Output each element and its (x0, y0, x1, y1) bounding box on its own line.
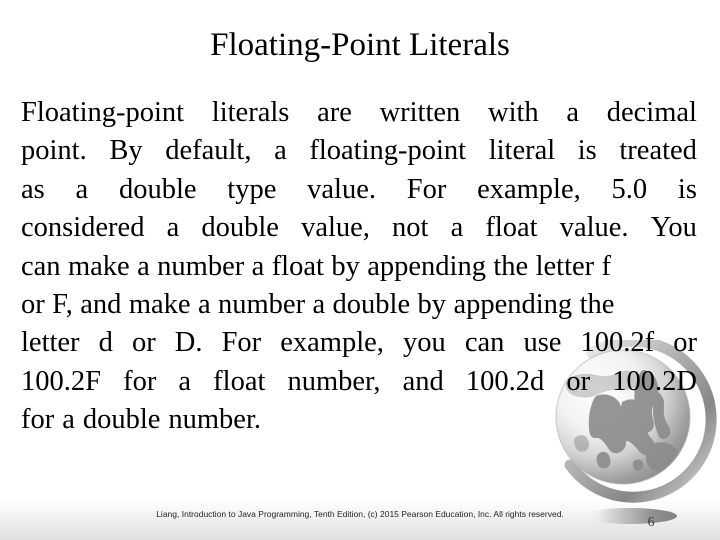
word: type (227, 173, 277, 205)
word: For (221, 327, 262, 359)
word: double (118, 173, 197, 205)
word: 100.2D (612, 365, 697, 397)
word: as (21, 173, 45, 205)
text-line-4: considered a double value, not a float v… (21, 209, 697, 247)
text-line-2: point. By default, a floating-point lite… (21, 132, 697, 170)
word: make (128, 289, 191, 321)
word: default, (165, 135, 252, 167)
word: the (493, 250, 529, 282)
word: value, (301, 212, 370, 244)
word: 5.0 (611, 173, 648, 205)
bottom-gradient-band (0, 500, 720, 540)
word: a (450, 212, 464, 244)
word: or (673, 327, 697, 359)
word: number (218, 289, 306, 321)
word: you (403, 327, 446, 359)
word: d (98, 327, 113, 359)
page-number: 6 (647, 515, 655, 530)
page-title: Floating-Point Literals (210, 27, 510, 63)
word: written (379, 97, 461, 128)
word: 100.2f (580, 327, 655, 359)
word: number, (287, 365, 381, 397)
word: a (75, 173, 89, 205)
word: For (406, 173, 447, 205)
word: appending (367, 250, 486, 282)
body-paragraph: Floating-point literals are written with… (21, 94, 697, 440)
word: f (601, 250, 612, 282)
word: literal (488, 135, 556, 167)
word: number (157, 250, 245, 282)
word: a (62, 404, 75, 436)
word: for (123, 365, 157, 397)
word: value. (559, 212, 629, 244)
word: a (312, 289, 326, 321)
word: number. (168, 404, 261, 436)
word: literals (211, 97, 290, 128)
word: is (577, 135, 597, 167)
word: value. (307, 173, 376, 205)
word: You (650, 212, 697, 244)
word: double (332, 289, 411, 321)
word: floating-point (309, 135, 467, 167)
word: 100.2d (465, 365, 545, 397)
word: decimal (606, 97, 697, 128)
word: float (213, 365, 266, 397)
text-line-8: 100.2F for a float number, and 100.2d or… (21, 363, 697, 401)
word: make (67, 250, 130, 282)
word: and (402, 365, 444, 397)
word: by (331, 250, 360, 282)
word: letter (21, 327, 80, 359)
word: considered (21, 212, 145, 244)
word: can (464, 327, 505, 359)
word: treated (619, 135, 697, 167)
word: Floating-point (21, 97, 185, 128)
word: letter (535, 250, 595, 282)
word: F, (52, 289, 73, 321)
text-line-6: or F, and make a number a double by appe… (21, 286, 697, 324)
word: not (392, 212, 429, 244)
word: example, (280, 327, 384, 359)
word: by (417, 289, 447, 321)
word: appending (453, 289, 573, 321)
word: a (274, 135, 287, 167)
word: float (271, 250, 324, 282)
word: By (109, 135, 143, 167)
slide-canvas: Floating-Point Literals Floating-point l… (0, 0, 720, 540)
word: a (178, 365, 192, 397)
word: or (21, 289, 45, 321)
word: a (197, 289, 211, 321)
footer-credit: Liang, Introduction to Java Programming,… (156, 509, 564, 519)
word: D. (174, 327, 203, 359)
word: double (82, 404, 161, 436)
word: the (579, 289, 615, 321)
text-line-7: letter d or D. For example, you can use … (21, 324, 697, 362)
word: is (677, 173, 697, 205)
text-line-3: as a double type value. For example, 5.0… (21, 171, 697, 209)
word: or (566, 365, 591, 397)
word: a (251, 250, 265, 282)
word: for (21, 404, 55, 436)
word: a (137, 250, 150, 282)
word: 100.2F (21, 365, 101, 397)
word: float (485, 212, 538, 244)
word: with (488, 97, 539, 128)
word: double (201, 212, 279, 244)
word: or (131, 327, 156, 359)
word: and (80, 289, 122, 321)
word: a (566, 97, 580, 128)
word: a (166, 212, 180, 244)
text-line-9: for a double number. (21, 401, 697, 439)
text-line-1: Floating-point literals are written with… (21, 94, 697, 132)
word: point. (21, 135, 87, 167)
word: use (523, 327, 562, 359)
word: are (317, 97, 352, 128)
word: example, (477, 173, 581, 205)
text-line-5: can make a number a float by appending t… (21, 248, 697, 286)
word: can (21, 250, 61, 282)
